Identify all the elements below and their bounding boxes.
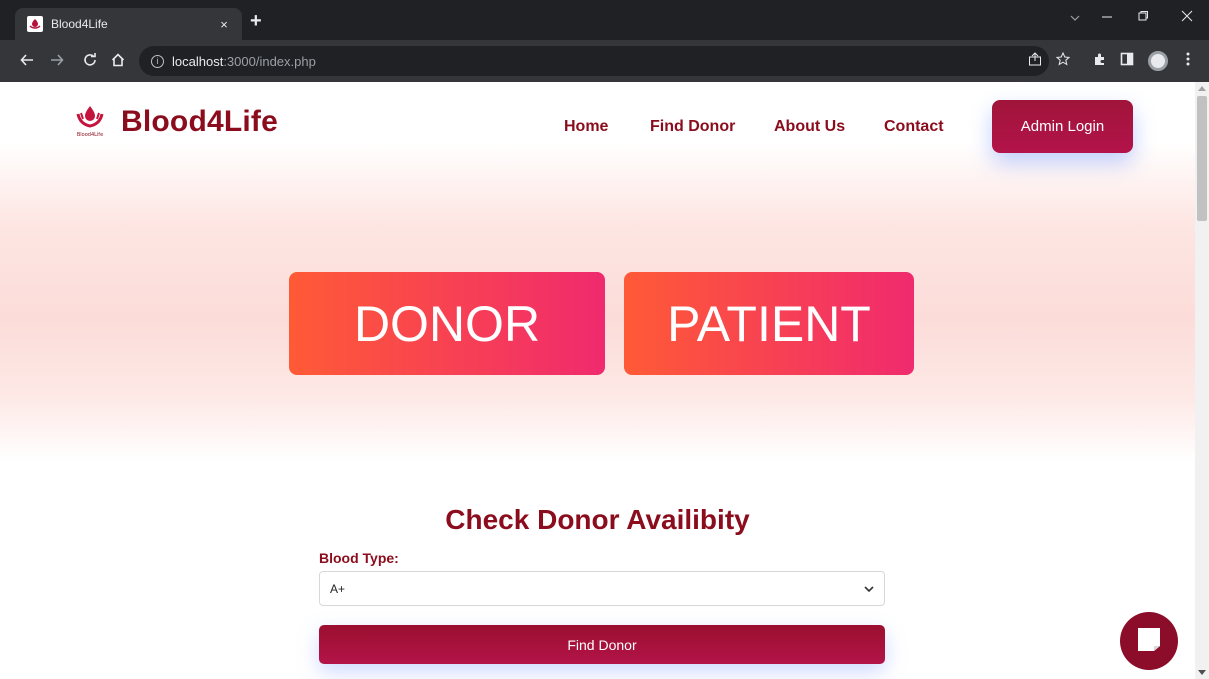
scrollbar-thumb[interactable] bbox=[1197, 96, 1207, 221]
url-path: :3000/index.php bbox=[223, 53, 316, 69]
scroll-up-icon[interactable] bbox=[1198, 86, 1206, 91]
info-icon[interactable]: i bbox=[151, 54, 164, 68]
home-icon[interactable] bbox=[111, 53, 125, 71]
menu-icon[interactable] bbox=[1186, 52, 1190, 69]
close-icon[interactable]: × bbox=[216, 17, 232, 32]
chevron-down-icon[interactable] bbox=[1070, 10, 1080, 25]
admin-login-button[interactable]: Admin Login bbox=[992, 100, 1133, 153]
new-tab-icon[interactable]: + bbox=[250, 11, 262, 31]
chat-button[interactable] bbox=[1120, 612, 1178, 670]
chevron-down-icon bbox=[864, 582, 874, 596]
browser-tab[interactable]: Blood4Life × bbox=[15, 8, 242, 40]
donor-button[interactable]: DONOR bbox=[289, 272, 605, 375]
back-icon[interactable] bbox=[20, 53, 34, 71]
site-logo[interactable]: Blood4Life Blood4Life bbox=[75, 104, 278, 140]
profile-icon[interactable] bbox=[1148, 51, 1168, 71]
share-icon[interactable] bbox=[1028, 52, 1042, 69]
scroll-down-icon[interactable] bbox=[1198, 670, 1206, 675]
tab-title: Blood4Life bbox=[51, 17, 108, 31]
logo-small-text: Blood4Life bbox=[77, 132, 103, 138]
chat-icon bbox=[1134, 624, 1164, 659]
minimize-icon[interactable] bbox=[1101, 10, 1113, 25]
blood-type-select[interactable]: A+ bbox=[319, 571, 885, 606]
forward-icon[interactable] bbox=[50, 53, 64, 71]
blood-drop-hands-icon: Blood4Life bbox=[75, 104, 105, 140]
window-close-icon[interactable] bbox=[1181, 10, 1193, 25]
site-title: Blood4Life bbox=[121, 105, 278, 138]
address-bar[interactable]: i localhost:3000/index.php bbox=[139, 46, 1049, 76]
star-icon[interactable] bbox=[1055, 51, 1071, 69]
extensions-icon[interactable] bbox=[1093, 52, 1107, 69]
scrollbar[interactable] bbox=[1195, 82, 1209, 679]
page-content: Blood4Life Blood4Life Home Find Donor Ab… bbox=[0, 82, 1195, 679]
blood-type-label: Blood Type: bbox=[319, 550, 399, 566]
tab-strip: Blood4Life × + bbox=[0, 0, 1209, 40]
nav-find-donor[interactable]: Find Donor bbox=[650, 118, 735, 136]
find-donor-button[interactable]: Find Donor bbox=[319, 625, 885, 664]
reload-icon[interactable] bbox=[83, 53, 97, 71]
nav-home[interactable]: Home bbox=[564, 118, 608, 136]
availability-title: Check Donor Availibity bbox=[445, 504, 750, 535]
sidepanel-icon[interactable] bbox=[1120, 52, 1134, 69]
restore-icon[interactable] bbox=[1137, 10, 1149, 25]
patient-button[interactable]: PATIENT bbox=[624, 272, 914, 375]
nav-about-us[interactable]: About Us bbox=[774, 118, 845, 136]
url-host: localhost bbox=[172, 53, 224, 69]
nav-contact[interactable]: Contact bbox=[884, 118, 944, 136]
favicon-icon bbox=[27, 16, 43, 32]
blood-type-value: A+ bbox=[330, 581, 346, 596]
